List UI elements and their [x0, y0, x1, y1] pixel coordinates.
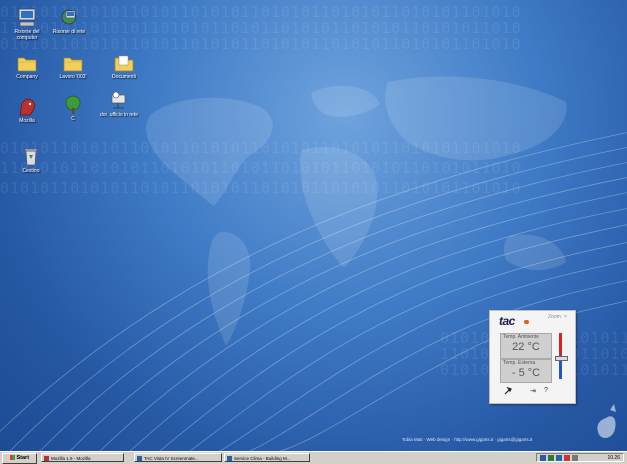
icon-label: Documenti — [112, 74, 136, 80]
window-icon — [227, 456, 232, 461]
desktop: 0101011010101101011010101101010110101011… — [0, 0, 627, 463]
desktop-icon-my-computer[interactable]: Risorse del computer — [4, 8, 50, 41]
folder-icon — [63, 57, 83, 72]
desktop-icon-mozilla[interactable]: Mozilla — [4, 97, 50, 124]
zoom-button[interactable]: Zoom — [548, 314, 561, 320]
taskbar: Start Mozilla 1.5 - Mozilla TAC Vista IV… — [0, 451, 627, 464]
tac-logo-accent — [524, 320, 529, 324]
outdoor-temperature-caption: Temp. Esterna — [503, 360, 536, 366]
task-label: Mozilla 1.5 - Mozilla — [51, 456, 91, 461]
outdoor-temperature-panel: Temp. Esterna - 5 °C — [500, 359, 552, 383]
arrow-right-icon[interactable]: ⇥ — [530, 387, 536, 395]
room-temperature-value: 22 °C — [512, 341, 540, 353]
outdoor-temperature-value: - 5 °C — [511, 367, 541, 379]
start-label: Start — [16, 455, 30, 461]
documents-folder-icon — [114, 55, 134, 72]
folder-icon — [17, 57, 37, 72]
recycle-bin-icon — [24, 148, 38, 166]
room-temperature-caption: Temp. Ambiente — [503, 334, 539, 340]
network-places-icon — [61, 9, 77, 25]
icon-label: Risorse di rete — [52, 29, 86, 35]
desktop-icon-network-places[interactable]: Risorse di rete — [46, 8, 92, 35]
room-temperature-panel: Temp. Ambiente 22 °C — [500, 333, 552, 359]
mozilla-icon — [44, 456, 49, 461]
help-icon[interactable]: ? — [544, 387, 548, 394]
network-icon[interactable] — [548, 455, 554, 461]
icon-label: C — [71, 116, 75, 122]
icon-label: dor. ufficio in rete — [100, 112, 138, 118]
slider-thumb[interactable] — [555, 356, 568, 361]
desktop-icon-c[interactable]: C — [50, 95, 96, 122]
mozilla-icon — [19, 98, 36, 116]
desktop-icon-lavoro[interactable]: Lavoro '003' — [50, 53, 96, 80]
taskbar-task-tac-vista[interactable]: TAC Vista IV Screenmate... — [134, 453, 222, 462]
network-drive-icon — [111, 91, 126, 109]
volume-icon[interactable] — [540, 455, 546, 461]
start-button[interactable]: Start — [2, 453, 37, 464]
tac-logo: tac — [499, 314, 515, 328]
system-tray: 10.26 — [536, 453, 624, 462]
task-label: TAC Vista IV Screenmate... — [144, 456, 199, 461]
windows-logo-icon — [9, 455, 15, 461]
tac-vista-screenmate-widget[interactable]: tac Zoom × Temp. Ambiente 22 °C Temp. Es… — [489, 310, 576, 404]
close-icon[interactable]: × — [564, 314, 567, 320]
icon-label: Risorse del computer — [14, 29, 40, 41]
desktop-icon-company[interactable]: Company — [4, 53, 50, 80]
icon-label: Lavoro '003' — [59, 74, 87, 80]
antivirus-icon[interactable] — [564, 455, 570, 461]
window-icon — [137, 456, 142, 461]
tree-icon — [65, 95, 81, 114]
taskbar-task-service-clima[interactable]: Service Clima - Building M... — [224, 453, 310, 462]
icon-label: Cestino — [22, 168, 40, 174]
my-computer-icon — [18, 8, 36, 27]
tools-icon[interactable] — [572, 455, 578, 461]
icon-label: Mozilla — [19, 118, 35, 124]
desktop-icon-documenti[interactable]: Documenti — [101, 53, 147, 80]
task-label: Service Clima - Building M... — [234, 456, 291, 461]
desktop-icon-network-drive[interactable]: dor. ufficio in rete — [96, 91, 142, 118]
desktop-icon-recycle-bin[interactable]: Cestino — [8, 147, 54, 174]
icon-label: Company — [16, 74, 38, 80]
monitor-icon[interactable] — [556, 455, 562, 461]
taskbar-task-mozilla[interactable]: Mozilla 1.5 - Mozilla — [41, 453, 124, 462]
clock[interactable]: 10.26 — [607, 454, 620, 462]
wrench-icon[interactable] — [504, 387, 512, 395]
wallpaper-credit: Tobia Mati · Web design · http://www.gig… — [402, 437, 533, 442]
